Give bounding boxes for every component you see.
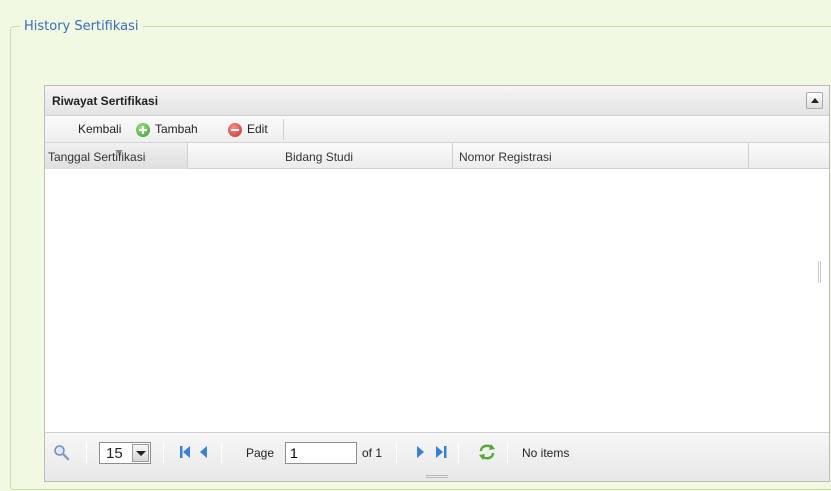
grid-body [45,169,829,433]
back-button-label: Kembali [78,122,122,136]
pager-separator [86,442,87,463]
back-button[interactable]: Kembali [78,122,121,137]
column-header-row: Tanggal Sertifikasi Bidang Studi Nomor R… [45,143,829,169]
next-page-icon[interactable] [416,446,424,458]
pager-bar: 15 Page of 1 [45,432,829,481]
certification-grid: Riwayat Sertifikasi Kembali Tambah Edit … [44,85,830,482]
page-number-input[interactable] [285,442,357,464]
pager-separator [507,442,508,463]
first-page-icon[interactable] [180,446,191,458]
grid-title: Riwayat Sertifikasi [52,94,159,108]
pager-separator [396,442,397,463]
column-label-nomor: Nomor Registrasi [459,150,552,164]
pager-separator [221,442,222,463]
page-count-label: of 1 [362,446,383,460]
column-label-bidang: Bidang Studi [285,150,354,164]
grid-toolbar: Kembali Tambah Edit [45,116,829,143]
chevron-down-icon [132,444,149,462]
pager-separator [163,442,164,463]
refresh-icon[interactable] [478,443,496,461]
minus-circle-icon [228,122,242,137]
add-button[interactable]: Tambah [136,122,198,137]
resize-grip[interactable] [426,475,448,478]
column-header-nomor[interactable]: Nomor Registrasi [453,143,749,169]
grid-title-bar: Riwayat Sertifikasi [45,86,829,116]
toolbar-separator [283,119,284,140]
pager-status: No items [522,446,570,460]
fieldset-legend: History Sertifikasi [20,19,143,35]
pager-separator [458,442,459,463]
page-label: Page [246,446,275,460]
page-size-select[interactable]: 15 [99,442,151,464]
page-size-value: 15 [106,445,123,462]
column-label-tanggal: Tanggal Sertifikasi [48,150,146,164]
edit-button[interactable]: Edit [228,122,268,137]
plus-circle-icon [136,122,150,137]
column-header-tanggal[interactable]: Tanggal Sertifikasi [45,143,188,169]
scrollbar-hint[interactable] [818,261,821,283]
add-button-label: Tambah [155,122,198,136]
last-page-icon[interactable] [436,446,447,458]
collapse-button[interactable] [806,92,823,109]
search-icon[interactable] [53,444,70,461]
edit-button-label: Edit [247,122,268,136]
triangle-up-icon [811,98,819,103]
previous-page-icon[interactable] [200,446,208,458]
column-header-bidang[interactable]: Bidang Studi [188,143,453,169]
